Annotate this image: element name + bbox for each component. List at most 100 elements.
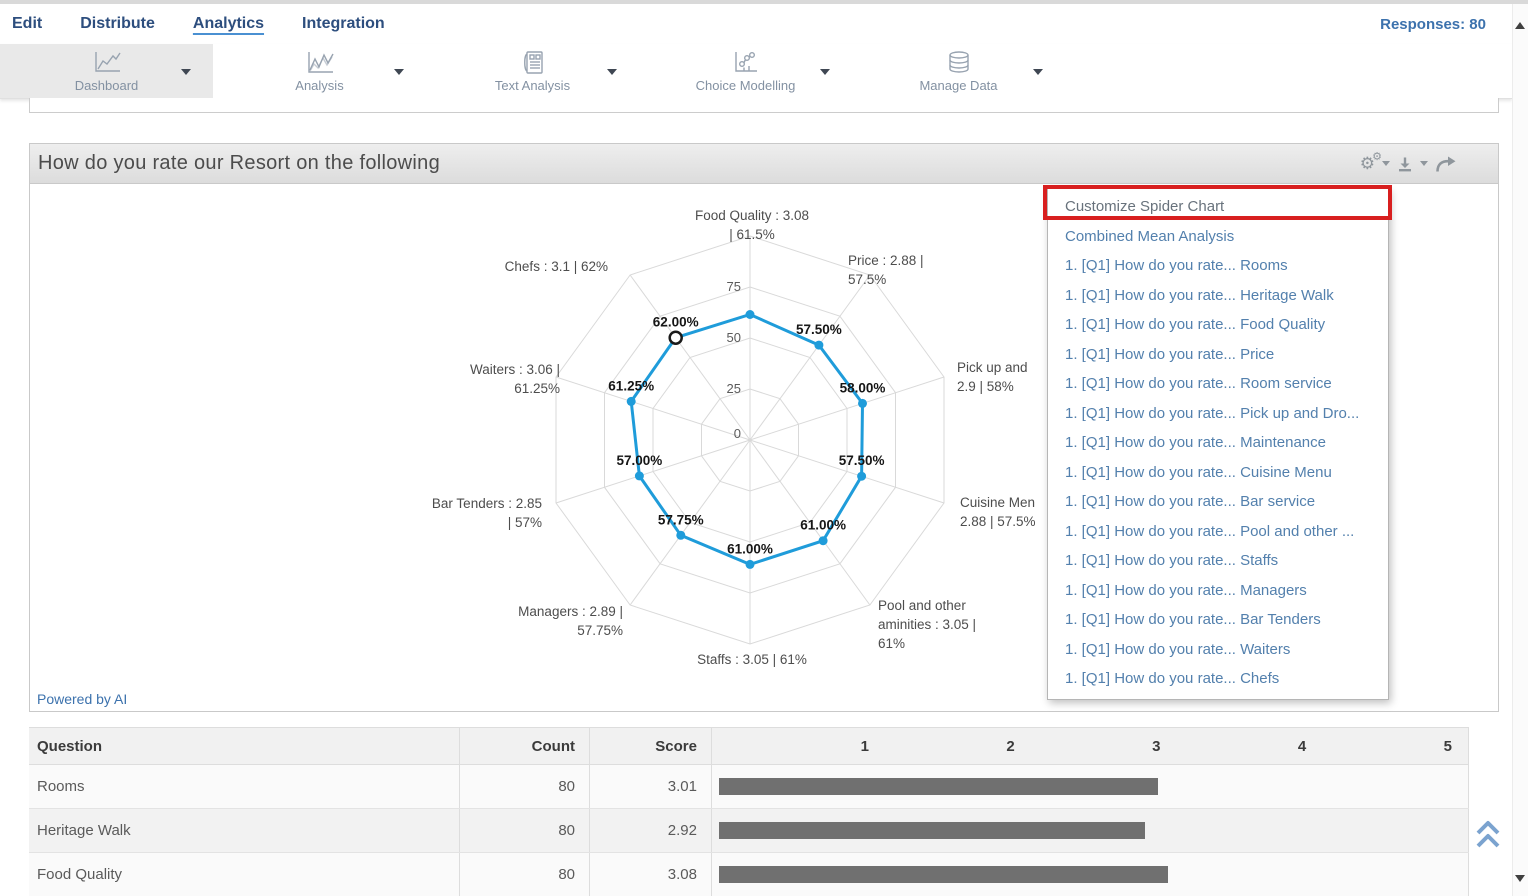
radar-point[interactable] (814, 341, 823, 350)
svg-text:Food Quality : 3.08| 61.5%: Food Quality : 3.08| 61.5% (695, 208, 809, 242)
svg-text:57.75%: 57.75% (658, 512, 704, 527)
header-count: Count (460, 728, 590, 764)
svg-text:61.25%: 61.25% (608, 378, 654, 393)
menu-item-highlighted[interactable]: Customize Spider Chart (1048, 192, 1388, 222)
caret-down-icon[interactable] (181, 69, 191, 75)
radar-point[interactable] (746, 560, 755, 569)
caret-down-icon[interactable] (607, 69, 617, 75)
download-icon[interactable] (1397, 156, 1413, 172)
toolbar-text-analysis-button[interactable]: Text Analysis (426, 44, 639, 98)
toolbar-label: Dashboard (75, 78, 139, 93)
menu-item[interactable]: 1. [Q1] How do you rate... Room service (1048, 369, 1388, 399)
radar-point-highlighted[interactable] (670, 332, 682, 344)
score-bar-cell (712, 809, 1469, 852)
menu-item[interactable]: 1. [Q1] How do you rate... Heritage Walk (1048, 281, 1388, 311)
question-cell: Food Quality (29, 853, 460, 896)
score-cell: 3.08 (590, 853, 712, 896)
powered-by-ai-link[interactable]: Powered by AI (37, 691, 127, 707)
radar-point[interactable] (857, 472, 866, 481)
svg-text:25: 25 (727, 381, 741, 396)
score-bar-cell (712, 853, 1469, 896)
toolbar-manage-data-button[interactable]: Manage Data (852, 44, 1065, 98)
menu-item[interactable]: 1. [Q1] How do you rate... Maintenance (1048, 428, 1388, 458)
nav-item-distribute[interactable]: Distribute (80, 15, 155, 33)
radar-point[interactable] (676, 531, 685, 540)
svg-text:61.00%: 61.00% (800, 518, 846, 533)
previous-panel-edge (29, 98, 1499, 113)
menu-item[interactable]: 1. [Q1] How do you rate... Pick up and D… (1048, 399, 1388, 429)
table-row: Food Quality803.08 (29, 853, 1469, 896)
score-bar (719, 778, 1158, 795)
score-cell: 2.92 (590, 809, 712, 852)
radar-point[interactable] (627, 397, 636, 406)
caret-down-icon[interactable] (1033, 69, 1043, 75)
svg-text:Pool and otheraminities : 3.05: Pool and otheraminities : 3.05 |61% (878, 598, 976, 651)
svg-text:57.50%: 57.50% (839, 453, 885, 468)
caret-down-icon[interactable] (1382, 161, 1390, 166)
scrollbar-up-arrow-icon[interactable] (1515, 22, 1525, 29)
table-row: Rooms803.01 (29, 765, 1469, 809)
toolbar-choice-modelling-button[interactable]: Choice Modelling (639, 44, 852, 98)
svg-text:57.00%: 57.00% (617, 453, 663, 468)
line-chart-icon (92, 50, 122, 75)
scroll-to-top-button[interactable] (1474, 818, 1502, 854)
svg-text:Staffs : 3.05 | 61%: Staffs : 3.05 | 61% (697, 652, 807, 667)
table-body: Rooms803.01Heritage Walk802.92Food Quali… (29, 765, 1469, 896)
nav-item-edit[interactable]: Edit (12, 15, 42, 33)
database-icon (944, 50, 974, 75)
svg-text:Managers : 2.89 |57.75%: Managers : 2.89 |57.75% (518, 604, 623, 638)
caret-down-icon[interactable] (820, 69, 830, 75)
svg-text:Chefs : 3.1 | 62%: Chefs : 3.1 | 62% (505, 259, 608, 274)
settings-gears-icon[interactable]: ⚙⚙ (1360, 154, 1375, 173)
scatter-chart-icon (731, 50, 761, 75)
nav-item-analytics[interactable]: Analytics (193, 15, 264, 33)
scale-tick-label: 1 (861, 728, 869, 766)
count-cell: 80 (460, 809, 590, 852)
chart-options-menu: Customize Spider ChartCombined Mean Anal… (1047, 188, 1389, 700)
toolbar-dashboard-button[interactable]: Dashboard (0, 44, 213, 98)
menu-item[interactable]: 1. [Q1] How do you rate... Bar service (1048, 487, 1388, 517)
menu-item[interactable]: Combined Mean Analysis (1048, 222, 1388, 252)
toolbar-analysis-button[interactable]: Analysis (213, 44, 426, 98)
count-cell: 80 (460, 853, 590, 896)
svg-text:62.00%: 62.00% (653, 315, 699, 330)
menu-item[interactable]: 1. [Q1] How do you rate... Food Quality (1048, 310, 1388, 340)
menu-item[interactable]: 1. [Q1] How do you rate... Rooms (1048, 251, 1388, 281)
toolbar-label: Manage Data (919, 78, 997, 93)
score-bar (719, 822, 1145, 839)
caret-down-icon[interactable] (1420, 161, 1428, 166)
scale-tick-label: 2 (1006, 728, 1014, 766)
count-cell: 80 (460, 765, 590, 808)
share-icon[interactable] (1435, 156, 1458, 172)
nav-item-integration[interactable]: Integration (302, 15, 385, 33)
menu-item[interactable]: 1. [Q1] How do you rate... Bar Tenders (1048, 605, 1388, 635)
radar-point[interactable] (635, 471, 644, 480)
svg-text:Waiters : 3.06 |61.25%: Waiters : 3.06 |61.25% (470, 362, 560, 396)
menu-item[interactable]: 1. [Q1] How do you rate... Price (1048, 340, 1388, 370)
svg-text:Pick up and2.9 | 58%: Pick up and2.9 | 58% (957, 360, 1028, 394)
radar-grid (556, 236, 944, 644)
menu-item[interactable]: 1. [Q1] How do you rate... Waiters (1048, 635, 1388, 665)
menu-item[interactable]: 1. [Q1] How do you rate... Pool and othe… (1048, 517, 1388, 547)
scrollbar-down-arrow-icon[interactable] (1515, 875, 1525, 882)
svg-text:50: 50 (727, 330, 741, 345)
menu-item[interactable]: 1. [Q1] How do you rate... Chefs (1048, 664, 1388, 694)
menu-item[interactable]: 1. [Q1] How do you rate... Managers (1048, 576, 1388, 606)
top-navigation: Edit Distribute Analytics Integration (0, 4, 1512, 44)
header-score: Score (590, 728, 712, 764)
menu-item[interactable]: 1. [Q1] How do you rate... Cuisine Menu (1048, 458, 1388, 488)
caret-down-icon[interactable] (394, 69, 404, 75)
score-bar (719, 866, 1168, 883)
svg-text:58.00%: 58.00% (840, 380, 886, 395)
svg-text:Bar Tenders : 2.85| 57%: Bar Tenders : 2.85| 57% (432, 496, 542, 530)
header-question: Question (29, 728, 460, 764)
page-scrollbar[interactable] (1512, 4, 1528, 896)
scale-tick-label: 5 (1444, 728, 1452, 766)
radar-point[interactable] (858, 399, 867, 408)
menu-item[interactable]: 1. [Q1] How do you rate... Staffs (1048, 546, 1388, 576)
analytics-toolbar: Dashboard Analysis Text Analysis (0, 44, 1512, 99)
radar-point[interactable] (819, 536, 828, 545)
radar-point[interactable] (746, 310, 755, 319)
score-bar-cell (712, 765, 1469, 808)
table-row: Heritage Walk802.92 (29, 809, 1469, 853)
